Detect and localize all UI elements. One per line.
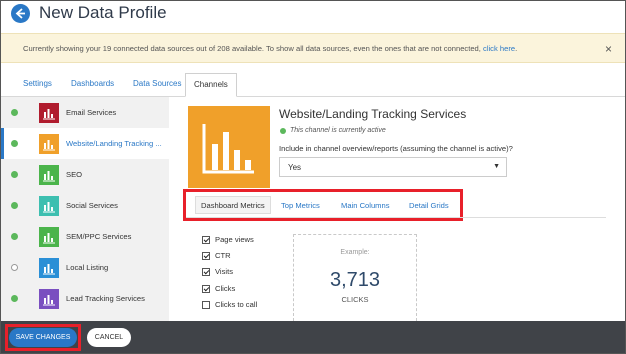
bar-chart-icon (39, 103, 59, 123)
sidebar-item-website-landing[interactable]: Website/Landing Tracking ... (1, 128, 169, 159)
include-select[interactable]: Yes ▼ (279, 157, 507, 177)
tab-top-metrics[interactable]: Top Metrics (281, 197, 320, 215)
bar-chart-icon (39, 289, 59, 309)
checkbox[interactable] (202, 301, 210, 309)
status-dot-icon (11, 140, 18, 147)
sidebar-item-label: Local Listing (66, 263, 109, 272)
include-question-label: Include in channel overview/reports (ass… (279, 144, 513, 153)
sidebar-item-seo[interactable]: SEO (1, 159, 169, 190)
sidebar-item-label: Email Services (66, 108, 117, 117)
status-dot-icon (11, 171, 18, 178)
checkbox[interactable] (202, 236, 210, 244)
save-changes-button-highlight: SAVE CHANGES (5, 324, 81, 351)
page-title: New Data Profile (39, 3, 167, 22)
notice-link[interactable]: click here (483, 44, 515, 53)
metric-label: Clicks to call (215, 300, 258, 309)
bar-chart-icon (39, 134, 59, 154)
sidebar-item-label: SEO (66, 170, 83, 179)
status-dot-icon (11, 109, 18, 116)
channel-detail-panel: Website/Landing Tracking Services This c… (169, 97, 625, 321)
sidebar-item-lead-tracking[interactable]: Lead Tracking Services (1, 283, 169, 314)
bar-chart-icon (188, 106, 270, 188)
sidebar-item-email-services[interactable]: Email Services (1, 97, 169, 128)
example-card: Example: 3,713 CLICKS (293, 234, 417, 321)
example-value: 3,713 (329, 269, 381, 291)
include-select-value: Yes (288, 163, 302, 172)
page-header: New Data Profile (1, 1, 625, 27)
bar-chart-icon (39, 196, 59, 216)
tab-settings[interactable]: Settings (15, 73, 60, 97)
checkbox[interactable] (202, 252, 210, 260)
status-dot-icon (280, 128, 286, 134)
checkbox[interactable] (202, 268, 210, 276)
channel-sidebar: Email Services Website/Landing Tracking … (1, 97, 169, 321)
cancel-button[interactable]: CANCEL (87, 328, 131, 347)
metric-label: Visits (215, 267, 234, 276)
status-dot-icon (11, 202, 18, 209)
sidebar-item-sem-ppc[interactable]: SEM/PPC Services (1, 221, 169, 252)
tab-dashboard-metrics[interactable]: Dashboard Metrics (195, 196, 271, 214)
tab-detail-grids[interactable]: Detail Grids (409, 197, 449, 215)
tab-main-columns[interactable]: Main Columns (341, 197, 390, 215)
caret-down-icon: ▼ (493, 163, 500, 170)
back-arrow-icon[interactable] (11, 4, 30, 23)
status-dot-icon (11, 233, 18, 240)
notice-banner: Currently showing your 19 connected data… (1, 33, 625, 63)
sidebar-item-label: Lead Tracking Services (66, 294, 145, 303)
bar-chart-icon (39, 165, 59, 185)
tab-dashboards[interactable]: Dashboards (63, 73, 122, 97)
top-tabs: Settings Dashboards Data Sources Channel… (1, 73, 625, 97)
sidebar-item-local-listing[interactable]: Local Listing (1, 252, 169, 283)
channel-title: Website/Landing Tracking Services (279, 107, 467, 121)
bar-chart-icon (39, 258, 59, 278)
status-dot-icon (11, 295, 18, 302)
metric-label: CTR (215, 251, 231, 260)
sidebar-item-label: Social Services (66, 201, 118, 210)
checkbox[interactable] (202, 285, 210, 293)
example-unit: CLICKS (341, 295, 369, 304)
close-icon[interactable]: × (605, 42, 612, 56)
bar-chart-icon (39, 227, 59, 247)
divider (186, 217, 606, 218)
channel-status: This channel is currently active (290, 127, 386, 134)
footer-bar: SAVE CHANGES CANCEL (1, 321, 625, 353)
tab-data-sources[interactable]: Data Sources (125, 73, 189, 97)
metric-label: Clicks (215, 284, 236, 293)
tab-channels[interactable]: Channels (185, 73, 237, 97)
sidebar-item-social-services[interactable]: Social Services (1, 190, 169, 221)
metric-label: Page views (215, 235, 254, 244)
sidebar-item-label: SEM/PPC Services (66, 232, 132, 241)
notice-text: Currently showing your 19 connected data… (23, 44, 481, 53)
sidebar-item-label: Website/Landing Tracking ... (66, 139, 162, 148)
status-dot-icon (11, 264, 18, 271)
example-label: Example: (340, 249, 370, 256)
active-indicator (1, 128, 4, 159)
save-changes-button[interactable]: SAVE CHANGES (9, 328, 77, 347)
